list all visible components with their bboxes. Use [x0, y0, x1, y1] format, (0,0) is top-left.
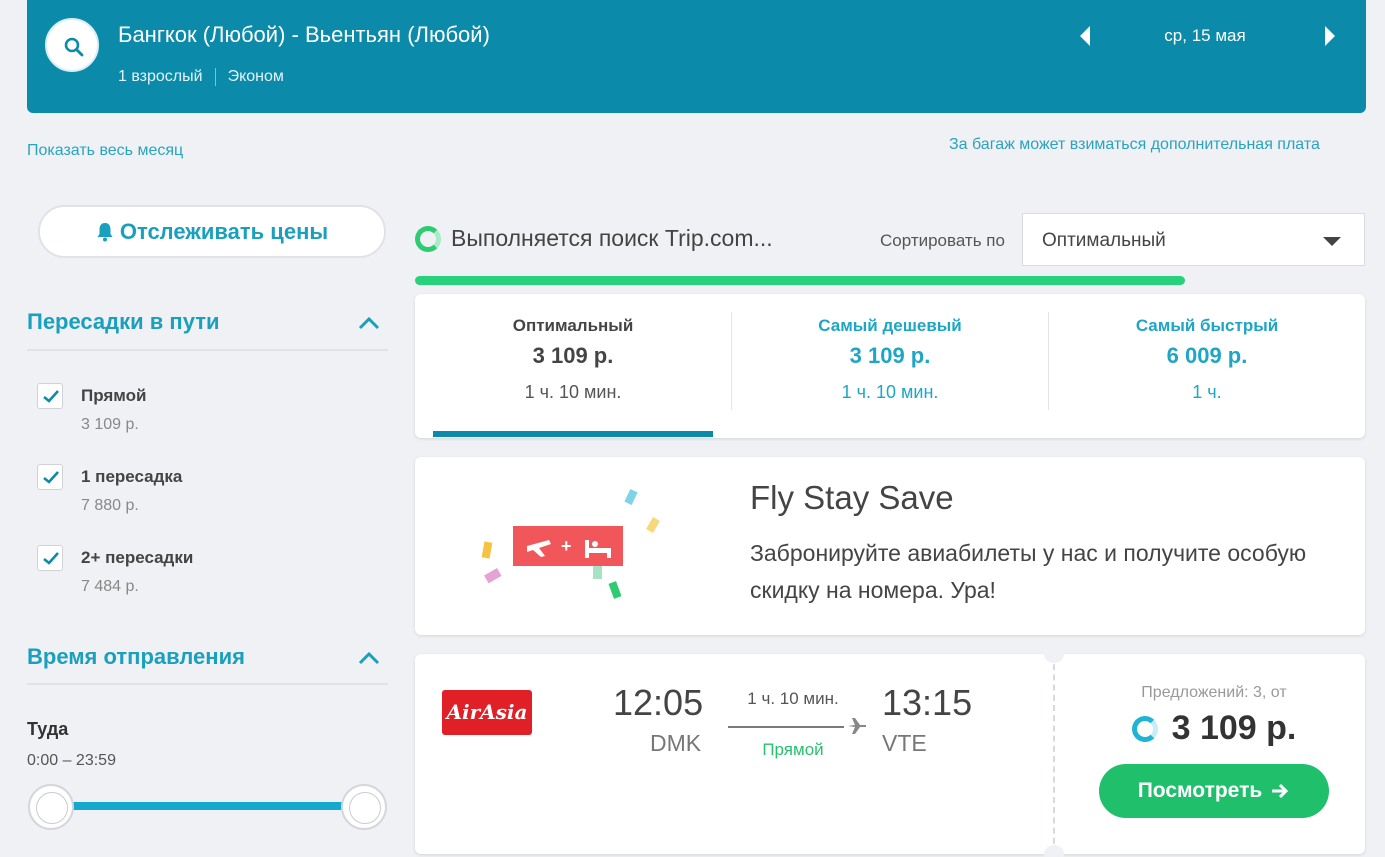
sort-label: Сортировать по	[880, 231, 1005, 250]
stops-option-price: 7 484 р.	[81, 578, 139, 595]
tab-duration: 1 ч. 10 мин.	[841, 382, 939, 402]
time-range-slider[interactable]	[50, 802, 364, 810]
departure-time: 12:05	[613, 682, 704, 723]
passengers-count: 1 взрослый	[118, 68, 203, 85]
tab-price: 3 109 р.	[849, 343, 931, 368]
svg-text:+: +	[561, 536, 572, 556]
checkbox[interactable]	[37, 464, 63, 490]
tab-title: Оптимальный	[512, 316, 634, 335]
tab-cheapest[interactable]: Самый дешевый 3 109 р. 1 ч. 10 мин.	[732, 294, 1048, 438]
divider	[1053, 654, 1055, 854]
divider	[27, 683, 388, 685]
stops-option-price: 3 109 р.	[81, 416, 139, 433]
flight-duration: 1 ч. 10 мин.	[747, 689, 839, 708]
tab-title: Самый быстрый	[1135, 316, 1279, 335]
arrival-airport: VTE	[882, 730, 927, 756]
flight-result-card[interactable]: AirAsia 12:05 DMK 1 ч. 10 мин. Прямой 13…	[415, 645, 1365, 857]
search-status: Выполняется поиск Trip.com...	[451, 225, 773, 251]
price-row: 3 109 р.	[1075, 709, 1353, 748]
loading-spinner-icon	[415, 226, 441, 252]
arrow-right-icon	[1272, 783, 1289, 799]
stops-option-label: 2+ пересадки	[81, 548, 194, 567]
checkbox[interactable]	[37, 383, 63, 409]
ticket-notch	[1044, 845, 1064, 857]
promo-text: Забронируйте авиабилеты у нас и получите…	[750, 540, 1307, 603]
flight-price: 3 109 р.	[1171, 709, 1297, 747]
view-flight-button[interactable]: Посмотреть	[1099, 764, 1329, 818]
tab-fastest[interactable]: Самый быстрый 6 009 р. 1 ч.	[1049, 294, 1365, 438]
tab-duration: 1 ч.	[1192, 382, 1222, 402]
selected-date[interactable]: ср, 15 мая	[1135, 26, 1275, 46]
tab-title: Самый дешевый	[818, 316, 962, 335]
sort-tabs: Оптимальный 3 109 р. 1 ч. 10 мин. Самый …	[415, 294, 1365, 438]
search-summary-header[interactable]: Бангкок (Любой) - Вьентьян (Любой) 1 взр…	[27, 0, 1366, 113]
divider	[214, 68, 216, 86]
direction-label: Туда	[27, 719, 69, 739]
flight-hotel-icon: +	[481, 488, 660, 599]
route-line	[728, 726, 844, 728]
active-tab-indicator	[433, 431, 713, 437]
tab-optimal[interactable]: Оптимальный 3 109 р. 1 ч. 10 мин.	[415, 294, 731, 438]
plane-icon	[848, 718, 866, 734]
stops-label: Прямой	[762, 740, 824, 759]
slider-handle-end[interactable]	[341, 784, 387, 830]
stops-option-price: 7 880 р.	[81, 497, 139, 514]
checkmark-icon	[43, 471, 59, 484]
track-prices-label: Отслеживать цены	[119, 218, 329, 244]
chevron-up-icon[interactable]	[358, 651, 380, 665]
sort-select[interactable]: Оптимальный	[1022, 213, 1365, 266]
promo-banner[interactable]: + Fly Stay Save Забронируйте авиабилеты …	[415, 457, 1365, 635]
checkbox[interactable]	[37, 545, 63, 571]
promo-title: Fly Stay Save	[750, 479, 954, 516]
cabin-class: Эконом	[227, 68, 284, 85]
search-icon	[64, 37, 84, 57]
search-button[interactable]	[45, 18, 99, 72]
departure-airport: DMK	[650, 730, 702, 756]
passenger-summary: 1 взрослый Эконом	[118, 68, 284, 86]
next-date-icon[interactable]	[1325, 26, 1335, 46]
bell-icon	[97, 222, 113, 241]
arrival-time: 13:15	[882, 682, 973, 723]
tab-duration: 1 ч. 10 мин.	[524, 382, 622, 402]
stops-option-label: 1 пересадка	[81, 467, 183, 486]
ticket-notch	[1044, 645, 1064, 663]
loading-spinner-icon	[1131, 715, 1158, 742]
stops-filter-title[interactable]: Пересадки в пути	[27, 309, 220, 335]
airline-logo: AirAsia	[442, 690, 532, 735]
search-progress-bar	[415, 276, 1185, 285]
track-prices-button[interactable]: Отслеживать цены	[38, 205, 386, 258]
stops-option-label: Прямой	[81, 386, 147, 405]
checkmark-icon	[43, 390, 59, 403]
show-month-link[interactable]: Показать весь месяц	[27, 142, 183, 160]
divider	[27, 349, 388, 351]
chevron-up-icon[interactable]	[358, 316, 380, 330]
departure-time-filter-title[interactable]: Время отправления	[27, 644, 245, 670]
baggage-fee-link[interactable]: За багаж может взиматься дополнительная …	[949, 136, 1320, 154]
view-button-label: Посмотреть	[1137, 779, 1263, 802]
tab-price: 3 109 р.	[532, 343, 614, 368]
sort-selected-value: Оптимальный	[1042, 230, 1166, 251]
route-title: Бангкок (Любой) - Вьентьян (Любой)	[118, 22, 490, 47]
offers-count: Предложений: 3, от	[1141, 684, 1287, 701]
tab-price: 6 009 р.	[1166, 343, 1248, 368]
dropdown-arrow-icon	[1323, 237, 1341, 246]
prev-date-icon[interactable]	[1080, 26, 1090, 46]
checkmark-icon	[43, 552, 59, 565]
slider-handle-start[interactable]	[28, 784, 74, 830]
time-range-value: 0:00 – 23:59	[27, 752, 116, 769]
